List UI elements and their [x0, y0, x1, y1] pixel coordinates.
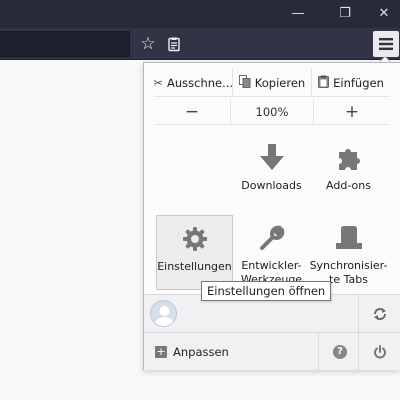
reader-view-icon[interactable] [162, 32, 186, 56]
copy-label: Kopieren [254, 75, 306, 90]
hamburger-menu-icon[interactable] [373, 31, 399, 57]
edit-controls: ✂ Ausschne... Kopieren Einfügen [154, 69, 390, 97]
downloads-label: Downloads [241, 179, 302, 192]
clipboard-icon [318, 75, 330, 91]
avatar[interactable] [150, 300, 177, 327]
customize-button[interactable]: + Anpassen [155, 333, 229, 370]
addons-button[interactable]: Add-ons [310, 135, 387, 210]
bottom-controls: + Anpassen ? [144, 333, 400, 370]
zoom-out-button[interactable]: − [154, 99, 230, 124]
plus-icon: + [155, 344, 167, 358]
settings-label: Einstellungen [157, 260, 232, 273]
settings-button[interactable]: Einstellungen [156, 215, 233, 290]
star-icon[interactable]: ☆ [136, 32, 160, 56]
customize-label: Anpassen [173, 344, 229, 359]
title-bar: — ❐ ✕ [0, 0, 400, 28]
power-icon [374, 344, 386, 358]
copy-icon [238, 74, 251, 91]
cut-button[interactable]: ✂ Ausschne... [154, 69, 232, 96]
synced-tabs-icon [334, 223, 364, 253]
copy-button[interactable]: Kopieren [232, 69, 311, 96]
download-arrow-icon [259, 143, 285, 173]
settings-tooltip: Einstellungen öffnen [201, 281, 332, 301]
paste-label: Einfügen [333, 75, 384, 90]
scissors-icon: ✂ [154, 75, 163, 90]
cut-label: Ausschne... [166, 75, 232, 90]
addons-label: Add-ons [326, 179, 371, 192]
navigation-toolbar: ☆ [0, 28, 400, 60]
zoom-reset-button[interactable]: 100% [230, 99, 314, 124]
downloads-button[interactable]: Downloads [233, 135, 310, 210]
quit-button[interactable] [358, 333, 400, 370]
maximize-button[interactable]: ❐ [325, 0, 365, 28]
gear-icon [182, 224, 208, 254]
close-button[interactable]: ✕ [364, 0, 400, 28]
paste-button[interactable]: Einfügen [311, 69, 390, 96]
puzzle-icon [335, 143, 363, 173]
developer-tools-button[interactable]: Entwickler- Werkzeuge [233, 215, 310, 290]
wrench-icon [258, 223, 286, 253]
url-bar[interactable] [0, 31, 130, 57]
synced-tabs-button[interactable]: Synchronisier- te Tabs [310, 215, 387, 290]
minimize-button[interactable]: — [278, 0, 318, 28]
zoom-in-button[interactable]: + [314, 99, 390, 124]
sync-icon[interactable] [358, 295, 400, 332]
help-icon: ? [333, 344, 347, 359]
help-button[interactable]: ? [318, 333, 361, 370]
main-menu-panel: ✂ Ausschne... Kopieren Einfügen − 100% +… [143, 62, 400, 370]
zoom-controls: − 100% + [154, 99, 390, 125]
